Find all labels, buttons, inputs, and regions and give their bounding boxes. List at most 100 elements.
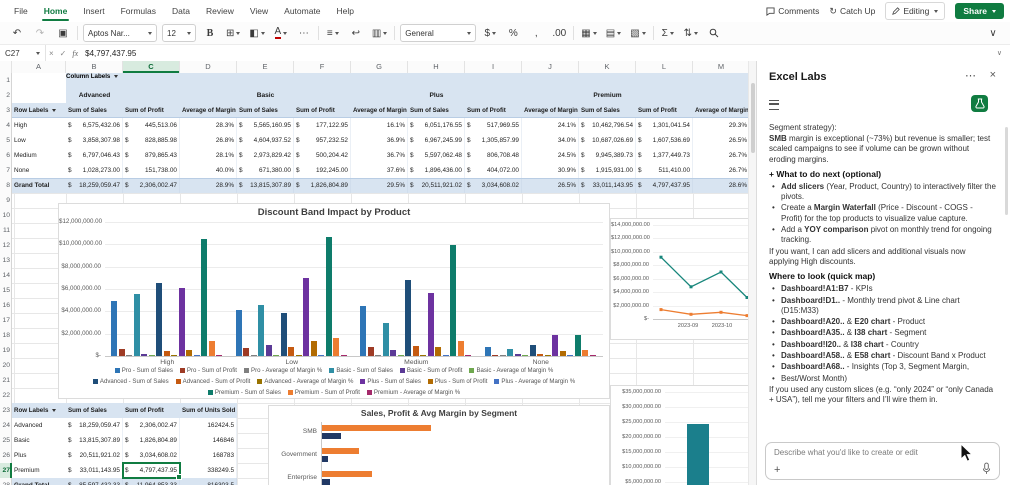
row-header-11[interactable]: 11: [0, 223, 12, 238]
toolbar-font-name[interactable]: Aptos Nar...: [83, 24, 157, 42]
chart-country-sales[interactable]: $35,000,000.00$30,000,000.00$25,000,000.…: [610, 385, 748, 485]
panel-scrollbar[interactable]: [1005, 127, 1008, 215]
cell[interactable]: 26.5%: [693, 133, 748, 148]
cell[interactable]: $1,826,804.89: [294, 178, 351, 193]
cell[interactable]: $6,797,046.43: [66, 148, 123, 163]
cell[interactable]: 29.5%: [351, 178, 408, 193]
row-header-17[interactable]: 17: [0, 313, 12, 328]
row-header-8[interactable]: 8: [0, 178, 12, 193]
cell[interactable]: $10,687,026.69: [579, 133, 636, 148]
summary-row-label[interactable]: Grand Total: [12, 478, 66, 485]
cell[interactable]: $13,815,307.89: [66, 433, 123, 448]
column-header-E[interactable]: E: [237, 61, 294, 73]
cell[interactable]: $2,306,002.47: [123, 178, 180, 193]
row-header-16[interactable]: 16: [0, 298, 12, 313]
toolbar-comma-style[interactable]: ,: [527, 24, 545, 42]
toolbar-format-as-table[interactable]: ▤: [604, 24, 623, 42]
row-header-12[interactable]: 12: [0, 238, 12, 253]
cell[interactable]: $3,034,608.02: [123, 448, 180, 463]
column-header-H[interactable]: H: [408, 61, 465, 73]
cell[interactable]: 28.6%: [693, 178, 748, 193]
cell[interactable]: $6,967,245.99: [408, 133, 465, 148]
cell[interactable]: $1,377,449.73: [636, 148, 693, 163]
ribbon-tab-formulas[interactable]: Formulas: [113, 0, 164, 22]
formula-input[interactable]: $4,797,437.95: [81, 49, 997, 58]
add-attachment-button[interactable]: +: [774, 465, 780, 476]
cell[interactable]: $20,511,921.02: [408, 178, 465, 193]
column-header-L[interactable]: L: [636, 61, 693, 73]
cell[interactable]: $177,122.95: [294, 118, 351, 133]
column-header-K[interactable]: K: [579, 61, 636, 73]
ribbon-tab-data[interactable]: Data: [164, 0, 198, 22]
pivot-row-label[interactable]: Grand Total: [12, 178, 66, 193]
cell[interactable]: $1,301,041.54: [636, 118, 693, 133]
more-options-icon[interactable]: ⋯: [965, 69, 976, 82]
cell[interactable]: $879,865.43: [123, 148, 180, 163]
cancel-icon[interactable]: ×: [46, 49, 57, 58]
cell[interactable]: $6,051,176.55: [408, 118, 465, 133]
cell[interactable]: $9,945,389.73: [579, 148, 636, 163]
cell[interactable]: $33,011,143.95: [66, 463, 123, 478]
ribbon-tab-help[interactable]: Help: [329, 0, 362, 22]
summary-row-label[interactable]: Premium: [12, 463, 66, 478]
cell[interactable]: $4,604,937.52: [237, 133, 294, 148]
comments-button[interactable]: Comments: [766, 6, 819, 16]
ribbon-tab-automate[interactable]: Automate: [276, 0, 328, 22]
toolbar-merge-center[interactable]: ▥: [370, 24, 389, 42]
cell[interactable]: 36.7%: [351, 148, 408, 163]
toolbar-font-size[interactable]: 12: [162, 24, 196, 42]
formula-bar-expand-icon[interactable]: ∨: [997, 49, 1010, 57]
row-header-25[interactable]: 25: [0, 433, 12, 448]
chart-monthly-trend[interactable]: $14,000,000.00$12,000,000.00$10,000,000.…: [610, 218, 748, 340]
cell[interactable]: 338249.5: [180, 463, 237, 478]
pivot-row-label[interactable]: Low: [12, 133, 66, 148]
toolbar-sort-filter[interactable]: ⇅: [682, 24, 700, 42]
cells-area[interactable]: Column LabelsAdvancedBasicPlusPremiumRow…: [12, 73, 748, 485]
cell[interactable]: $85,597,432.33: [66, 478, 123, 485]
cell[interactable]: $828,885.98: [123, 133, 180, 148]
scrollbar-thumb[interactable]: [751, 83, 755, 153]
toolbar-more-font-options[interactable]: ⋯: [295, 24, 313, 42]
toolbar-bold[interactable]: B: [201, 24, 219, 42]
column-header-G[interactable]: G: [351, 61, 408, 73]
cell[interactable]: 30.9%: [522, 163, 579, 178]
toolbar-ribbon-collapse[interactable]: ∨: [984, 24, 1002, 42]
cell[interactable]: 24.1%: [522, 118, 579, 133]
toolbar-clipboard[interactable]: ▣: [54, 24, 72, 42]
toolbar-wrap-text[interactable]: ↩: [347, 24, 365, 42]
pivot-row-labels-filter[interactable]: Row Labels: [12, 103, 66, 118]
cell[interactable]: $13,815,307.89: [237, 178, 294, 193]
cell[interactable]: $500,204.42: [294, 148, 351, 163]
cell[interactable]: $4,797,437.95: [123, 463, 180, 478]
select-all-corner[interactable]: [0, 61, 12, 73]
ribbon-tab-home[interactable]: Home: [36, 0, 76, 22]
cell[interactable]: 24.5%: [522, 148, 579, 163]
row-header-14[interactable]: 14: [0, 268, 12, 283]
cell[interactable]: 37.6%: [351, 163, 408, 178]
cell[interactable]: 816303.5: [180, 478, 237, 485]
cell[interactable]: 168783: [180, 448, 237, 463]
column-header-B[interactable]: B: [66, 61, 123, 73]
chart-segment[interactable]: Sales, Profit & Avg Margin by SegmentSMB…: [268, 405, 610, 485]
cell[interactable]: $957,232.52: [294, 133, 351, 148]
cell[interactable]: $517,969.55: [465, 118, 522, 133]
toolbar-percent-style[interactable]: %: [504, 24, 522, 42]
row-header-19[interactable]: 19: [0, 343, 12, 358]
toolbar-decimals[interactable]: .00: [550, 24, 568, 42]
row-header-4[interactable]: 4: [0, 118, 12, 133]
cell[interactable]: $445,513.06: [123, 118, 180, 133]
row-header-20[interactable]: 20: [0, 358, 12, 373]
toolbar-number-format[interactable]: General: [400, 24, 476, 42]
cell[interactable]: $511,410.00: [636, 163, 693, 178]
summary-row-label[interactable]: Plus: [12, 448, 66, 463]
cell[interactable]: $4,797,437.95: [636, 178, 693, 193]
cell[interactable]: $18,259,059.47: [66, 178, 123, 193]
column-header-C[interactable]: C: [123, 61, 180, 73]
cell[interactable]: $18,259,059.47: [66, 418, 123, 433]
cell[interactable]: $10,462,796.54: [579, 118, 636, 133]
cell[interactable]: $1,826,804.89: [123, 433, 180, 448]
cell[interactable]: $3,858,307.98: [66, 133, 123, 148]
editing-mode-button[interactable]: Editing: [885, 2, 945, 20]
column-header-J[interactable]: J: [522, 61, 579, 73]
share-button[interactable]: Share: [955, 3, 1004, 19]
